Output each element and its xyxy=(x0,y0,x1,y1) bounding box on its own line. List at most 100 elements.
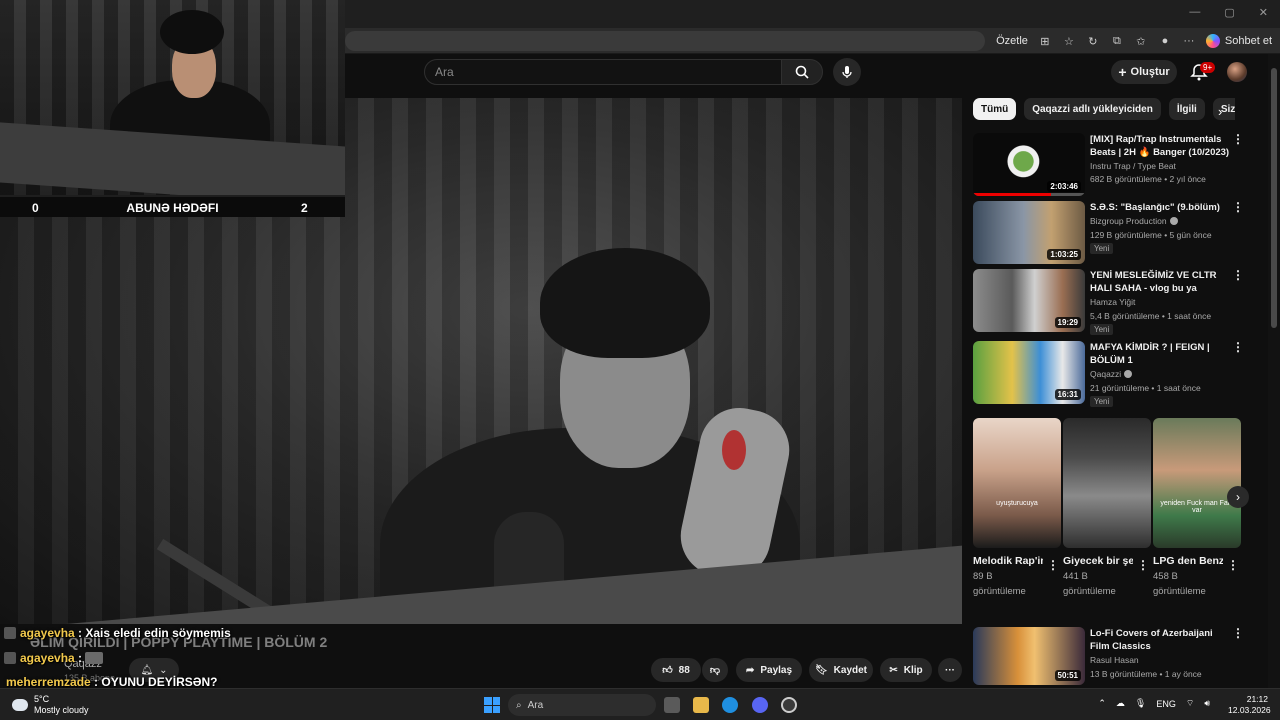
bookmark-icon: 🔖︎ xyxy=(814,664,828,676)
more-vertical-icon[interactable]: ⋮ xyxy=(1232,269,1244,281)
short-views-label: görüntüleme xyxy=(973,586,1026,597)
short-title[interactable]: LPG den Benzine ... xyxy=(1153,554,1223,568)
url-field[interactable] xyxy=(345,31,985,51)
recommendation-title[interactable]: S.Ə.S: "Başlanğıc" (9.bölüm) xyxy=(1090,201,1230,214)
chip-related[interactable]: İlgili xyxy=(1168,98,1205,120)
system-clock[interactable]: 21:12 12.03.2026 xyxy=(1228,694,1271,716)
recommendation-item[interactable]: 16:31 MAFYA KİMDİR ? | FEIGN | BÖLÜM 1 Q… xyxy=(973,341,1244,407)
recommendation-thumbnail[interactable]: 50:51 xyxy=(973,627,1085,685)
short-thumbnail[interactable]: yeniden Fuck man Fark var xyxy=(1153,418,1241,548)
taskbar-search[interactable]: ⌕ Ara xyxy=(508,694,656,716)
short-thumbnail[interactable] xyxy=(1063,418,1151,548)
minimize-icon[interactable]: — xyxy=(1189,6,1200,19)
taskbar-search-label: Ara xyxy=(527,699,544,711)
task-view-icon[interactable] xyxy=(664,697,680,713)
short-item[interactable]: Giyecek bir şeyim ... 441 B görüntüleme … xyxy=(1063,418,1151,618)
short-title[interactable]: Giyecek bir şeyim ... xyxy=(1063,554,1133,568)
more-vertical-icon[interactable]: ⋮ xyxy=(1227,558,1239,572)
favorites-icon[interactable]: ✩ xyxy=(1134,34,1148,48)
copilot-chat-button[interactable]: Sohbet et xyxy=(1205,34,1272,48)
short-thumbnail[interactable]: uyuşturucuya xyxy=(973,418,1061,548)
profile-icon[interactable]: ● xyxy=(1158,34,1172,48)
recommendation-title[interactable]: YENİ MESLEĞİMİZ VE CLTR HALI SAHA - vlog… xyxy=(1090,269,1230,295)
screen: — ▢ ✕ Özetle ⊞ ☆ ↻ ⧉ ✩ ● ··· Sohbet et A… xyxy=(0,0,1280,720)
chevron-up-icon[interactable]: ⌃ xyxy=(1098,698,1106,709)
refresh-icon[interactable]: ↻ xyxy=(1086,34,1100,48)
share-button[interactable]: ➦ Paylaş xyxy=(736,658,802,682)
video-person-hair xyxy=(540,248,710,358)
chip-all[interactable]: Tümü xyxy=(973,98,1017,120)
chip-for-you[interactable]: Siz xyxy=(1212,98,1235,120)
weather-text: 5°C Mostly cloudy xyxy=(34,694,89,716)
subscriber-goal-bar: 0 ABUNƏ HƏDƏFI 2 xyxy=(0,195,345,217)
recommendation-thumbnail[interactable]: 1:03:25 xyxy=(973,201,1085,264)
close-icon[interactable]: ✕ xyxy=(1259,6,1268,19)
favorite-star-icon[interactable]: ☆ xyxy=(1062,34,1076,48)
chat-username: meherremzade xyxy=(6,675,91,689)
shorts-next-icon[interactable]: › xyxy=(1227,486,1249,508)
recommendation-thumbnail[interactable]: 2:03:46 xyxy=(973,133,1085,196)
discord-icon[interactable] xyxy=(752,697,768,713)
more-horizontal-icon: ··· xyxy=(945,664,955,676)
recommendation-item[interactable]: 50:51 Lo-Fi Covers of Azerbaijani Film C… xyxy=(973,627,1244,691)
like-button[interactable]: 👍︎ 88 xyxy=(651,658,701,682)
file-explorer-icon[interactable] xyxy=(693,697,709,713)
recommendation-item[interactable]: 19:29 YENİ MESLEĞİMİZ VE CLTR HALI SAHA … xyxy=(973,269,1244,335)
account-avatar[interactable] xyxy=(1227,62,1247,82)
recommendation-thumbnail[interactable]: 16:31 xyxy=(973,341,1085,404)
recommendation-item[interactable]: 1:03:25 S.Ə.S: "Başlanğıc" (9.bölüm) Biz… xyxy=(973,201,1244,265)
summarize-button[interactable]: Özetle xyxy=(996,35,1028,47)
recommendation-channel[interactable]: Qaqazzi xyxy=(1090,369,1133,379)
create-label: Oluştur xyxy=(1130,66,1170,78)
recommendation-channel[interactable]: Rasul Hasan xyxy=(1090,655,1139,665)
recommendation-title[interactable]: [MIX] Rap/Trap Instrumentals Beats | 2H … xyxy=(1090,133,1230,159)
edge-browser-icon[interactable] xyxy=(722,697,738,713)
wifi-icon[interactable]: ⌔ xyxy=(1186,698,1194,709)
more-vertical-icon[interactable]: ⋮ xyxy=(1232,627,1244,639)
dislike-button[interactable]: 👎︎ xyxy=(702,658,728,682)
chips-next-icon[interactable]: › xyxy=(1218,104,1222,119)
more-vertical-icon[interactable]: ⋮ xyxy=(1137,558,1149,572)
onedrive-icon[interactable]: ☁ xyxy=(1116,698,1125,709)
voice-search-button[interactable] xyxy=(833,58,861,86)
more-menu-icon[interactable]: ··· xyxy=(1182,34,1196,48)
recommendation-thumbnail[interactable]: 19:29 xyxy=(973,269,1085,332)
more-vertical-icon[interactable]: ⋮ xyxy=(1232,341,1244,353)
app-icon[interactable] xyxy=(781,697,797,713)
more-vertical-icon[interactable]: ⋮ xyxy=(1047,558,1059,572)
recommendation-title[interactable]: Lo-Fi Covers of Azerbaijani Film Classic… xyxy=(1090,627,1230,653)
split-screen-icon[interactable]: ⊞ xyxy=(1038,34,1052,48)
recommendation-item[interactable]: 2:03:46 [MIX] Rap/Trap Instrumentals Bea… xyxy=(973,133,1244,197)
windows-start-icon[interactable] xyxy=(484,697,500,713)
temperature: 5°C xyxy=(34,694,50,704)
weather-widget[interactable]: 5°C Mostly cloudy xyxy=(12,694,89,716)
maximize-icon[interactable]: ▢ xyxy=(1224,6,1234,19)
volume-icon[interactable]: 🔊︎ xyxy=(1204,698,1210,709)
channel-name-text: Qaqazzi xyxy=(1090,369,1122,379)
more-vertical-icon[interactable]: ⋮ xyxy=(1232,201,1244,213)
recommendation-channel[interactable]: Hamza Yiğit xyxy=(1090,297,1135,307)
language-indicator[interactable]: ENG xyxy=(1156,699,1176,709)
extensions-icon[interactable]: ⧉ xyxy=(1110,34,1124,48)
search-input[interactable]: Ara xyxy=(424,59,782,85)
more-vertical-icon[interactable]: ⋮ xyxy=(1232,133,1244,145)
page-scrollbar[interactable] xyxy=(1268,54,1280,688)
plus-icon: + xyxy=(1118,64,1127,80)
clip-button[interactable]: ✂ Klip xyxy=(880,658,932,682)
short-title[interactable]: Melodik Rap'in Genç... xyxy=(973,554,1043,568)
create-button[interactable]: + Oluştur xyxy=(1111,60,1177,84)
microphone-icon[interactable]: 🎙︎ xyxy=(1135,698,1146,709)
short-item[interactable]: yeniden Fuck man Fark var LPG den Benzin… xyxy=(1153,418,1241,618)
save-button[interactable]: 🔖︎ Kaydet xyxy=(809,658,873,682)
short-item[interactable]: uyuşturucuya Melodik Rap'in Genç... 89 B… xyxy=(973,418,1061,618)
short-caption: yeniden Fuck man Fark var xyxy=(1160,500,1234,514)
recommendation-channel[interactable]: Instru Trap / Type Beat xyxy=(1090,161,1176,171)
recommendation-channel[interactable]: Bizgroup Production xyxy=(1090,216,1178,226)
short-caption: uyuşturucuya xyxy=(996,500,1038,507)
more-actions-button[interactable]: ··· xyxy=(938,658,962,682)
recommendation-title[interactable]: MAFYA KİMDİR ? | FEIGN | BÖLÜM 1 xyxy=(1090,341,1230,367)
scrollbar-thumb[interactable] xyxy=(1271,68,1277,328)
chat-username: agayevha xyxy=(20,626,75,640)
chip-from-uploader[interactable]: Qaqazzi adlı yükleyiciden xyxy=(1024,98,1161,120)
search-button[interactable] xyxy=(781,59,823,85)
